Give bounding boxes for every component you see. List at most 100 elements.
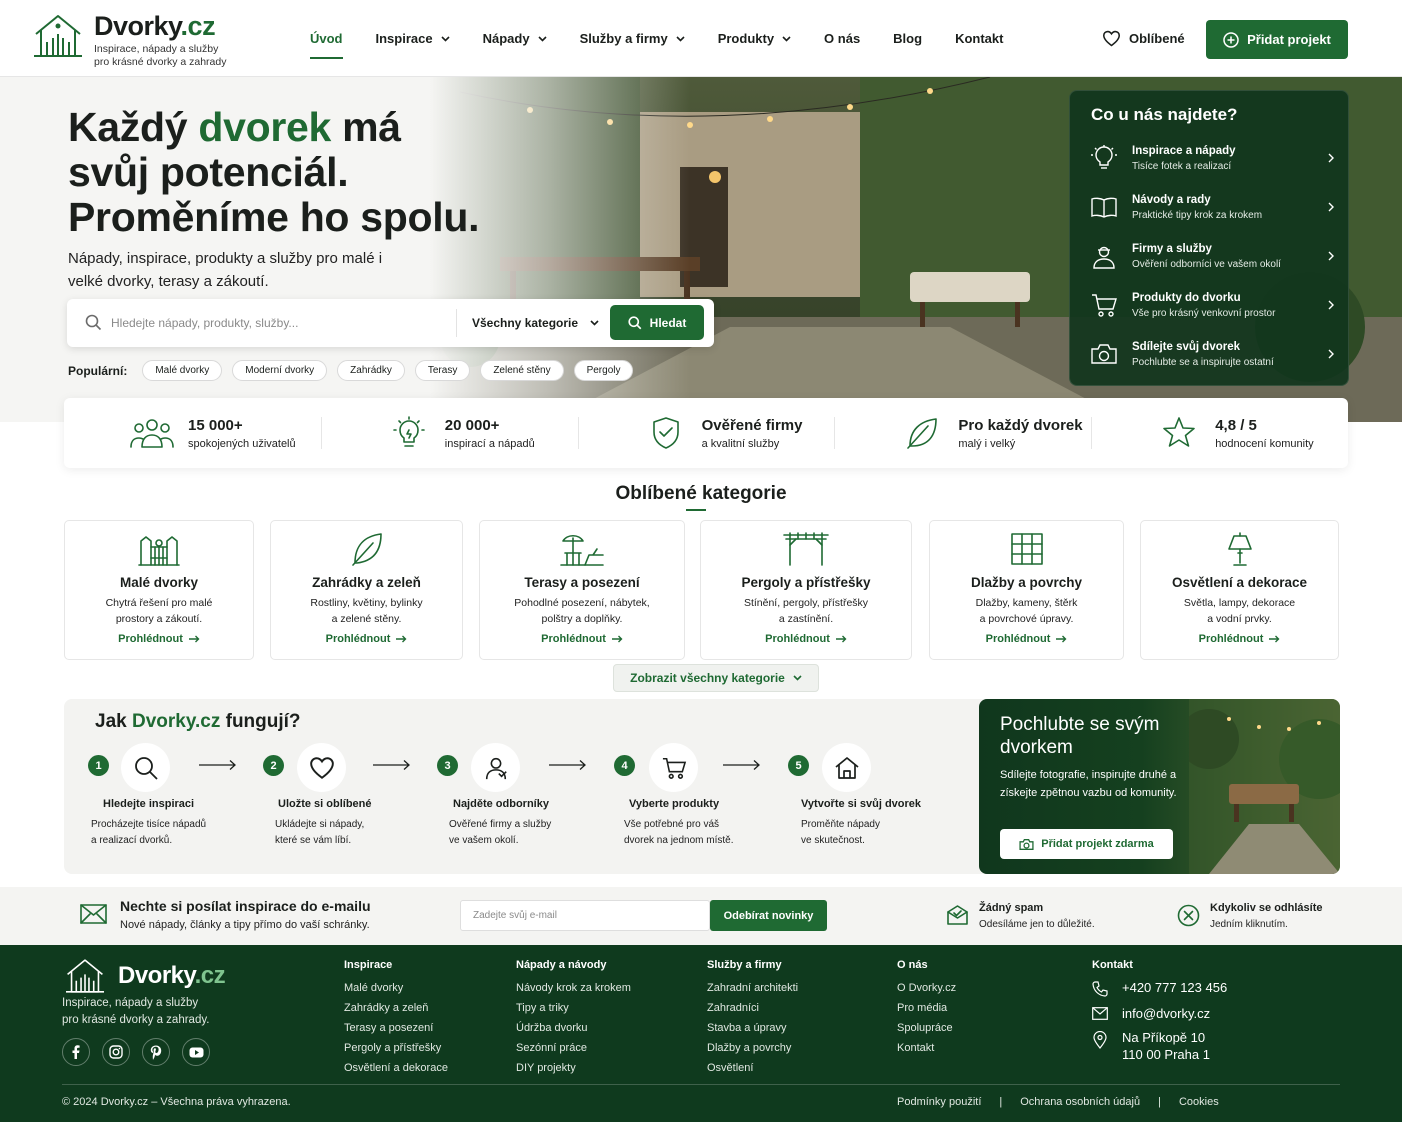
chevron-down-icon: [590, 320, 599, 326]
popular-tag[interactable]: Terasy: [414, 360, 471, 381]
nav-item-uvod[interactable]: Úvod: [310, 27, 343, 59]
nav-item-kontakt[interactable]: Kontakt: [955, 27, 1003, 51]
mail-icon: [80, 904, 107, 924]
category-card-lighting[interactable]: Osvětlení a dekorace Světla, lampy, deko…: [1140, 520, 1339, 660]
add-project-button[interactable]: Přidat projekt: [1206, 20, 1348, 59]
footer-link[interactable]: Stavba a úpravy: [707, 1022, 798, 1034]
arrow-right-icon: [549, 760, 586, 770]
facebook-icon[interactable]: [62, 1038, 90, 1066]
nav-item-napady[interactable]: Nápady: [483, 27, 547, 51]
newsletter-sub: Nové nápady, články a tipy přímo do vaší…: [120, 919, 370, 931]
favorites-link[interactable]: Oblíbené: [1102, 30, 1185, 47]
logo[interactable]: Dvorky.cz Inspirace, nápady a služby pro…: [32, 12, 226, 69]
popular-tag[interactable]: Zelené stěny: [480, 360, 564, 381]
footer-link[interactable]: Pro média: [897, 1002, 956, 1014]
star-icon: [1163, 417, 1195, 447]
stat-label: inspirací a nápadů: [444, 437, 535, 450]
footer-column-title: O nás: [897, 959, 928, 971]
popular-tag[interactable]: Malé dvorky: [142, 360, 223, 381]
category-link[interactable]: Prohlédnout: [930, 633, 1123, 645]
step-number: 2: [263, 755, 284, 776]
popular-tag[interactable]: Moderní dvorky: [232, 360, 328, 381]
email-input[interactable]: [460, 900, 710, 931]
category-card-pergolas[interactable]: Pergoly a přístřešky Stínění, pergoly, p…: [700, 520, 912, 660]
footer-link[interactable]: Zahradníci: [707, 1002, 798, 1014]
step-desc: Procházejte tisíce nápadů a realizací dvo…: [91, 819, 207, 846]
contact-email[interactable]: info@dvorky.cz: [1092, 1006, 1227, 1021]
panel-item-guides[interactable]: Návody a rady Praktické tipy krok za krok…: [1090, 185, 1334, 229]
footer-link[interactable]: Sezónní práce: [516, 1042, 631, 1054]
nav-item-o-nas[interactable]: O nás: [824, 27, 860, 51]
step-title: Vyberte produkty: [629, 798, 720, 810]
step-title: Hledejte inspiraci: [103, 798, 195, 810]
panel-item-products[interactable]: Produkty do dvorku Vše pro krásný venkovn…: [1090, 283, 1334, 327]
category-link[interactable]: Prohlédnout: [701, 633, 911, 645]
category-link[interactable]: Prohlédnout: [1141, 633, 1338, 645]
category-link[interactable]: Prohlédnout: [65, 633, 253, 645]
stat-inspirations: 20 000+ inspirací a nápadů: [320, 413, 578, 453]
promo-title: Pochlubte se svým dvorkem: [1000, 714, 1160, 758]
footer-link[interactable]: O Dvorky.cz: [897, 982, 956, 994]
show-all-categories-button[interactable]: Zobrazit všechny kategorie: [613, 664, 819, 692]
popular-tag[interactable]: Pergoly: [573, 360, 634, 381]
add-project-free-button[interactable]: Přidat projekt zdarma: [1000, 829, 1173, 859]
category-card-paving[interactable]: Dlažby a povrchy Dlažby, kameny, štěrk a …: [929, 520, 1124, 660]
subscribe-button[interactable]: Odebírat novinky: [710, 900, 827, 931]
category-link[interactable]: Prohlédnout: [271, 633, 462, 645]
step-number: 3: [437, 755, 458, 776]
category-select[interactable]: Všechny kategorie: [472, 316, 599, 330]
legal-separator: |: [999, 1096, 1003, 1108]
nav-label: Inspirace: [375, 31, 433, 46]
youtube-icon[interactable]: [182, 1038, 210, 1066]
nav-item-produkty[interactable]: Produkty: [718, 27, 791, 51]
panel-item-title: Sdílejte svůj dvorek: [1132, 340, 1241, 353]
footer-link[interactable]: DIY projekty: [516, 1062, 631, 1074]
arrow-right-icon: [373, 760, 410, 770]
footer-link[interactable]: Spolupráce: [897, 1022, 956, 1034]
search-button[interactable]: Hledat: [610, 305, 704, 340]
nav-label: Úvod: [310, 31, 343, 46]
stat-users: 15 000+ spokojených uživatelů: [64, 413, 321, 453]
footer-link[interactable]: Údržba dvorku: [516, 1022, 631, 1034]
legal-link-cookies[interactable]: Cookies: [1179, 1096, 1219, 1108]
panel-item-sub: Praktické tipy krok za krokem: [1132, 209, 1263, 221]
contact-phone[interactable]: +420 777 123 456: [1092, 980, 1227, 997]
instagram-icon[interactable]: [102, 1038, 130, 1066]
nav-item-blog[interactable]: Blog: [893, 27, 922, 51]
category-card-gardens[interactable]: Zahrádky a zeleň Rostliny, květiny, byli…: [270, 520, 463, 660]
close-circle-icon: [1177, 904, 1200, 927]
footer-link[interactable]: Pergoly a přístřešky: [344, 1042, 448, 1054]
footer-link[interactable]: Osvětlení: [707, 1062, 798, 1074]
footer-link[interactable]: Zahradní architekti: [707, 982, 798, 994]
category-card-small-yards[interactable]: Malé dvorky Chytrá řešení pro malé prosto…: [64, 520, 254, 660]
stat-verified: Ověřené firmy a kvalitní služby: [577, 413, 835, 453]
footer-link[interactable]: Dlažby a povrchy: [707, 1042, 798, 1054]
footer-link[interactable]: Osvětlení a dekorace: [344, 1062, 448, 1074]
footer-link[interactable]: Tipy a triky: [516, 1002, 631, 1014]
panel-item-inspiration[interactable]: Inspirace a nápady Tisíce fotek a realiza…: [1090, 136, 1334, 180]
category-link[interactable]: Prohlédnout: [480, 633, 684, 645]
footer-link[interactable]: Malé dvorky: [344, 982, 448, 994]
popular-tag[interactable]: Zahrádky: [337, 360, 405, 381]
footer-link[interactable]: Terasy a posezení: [344, 1022, 448, 1034]
panel-item-companies[interactable]: Firmy a služby Ověření odborníci ve vašem…: [1090, 234, 1334, 278]
cart-icon: [1092, 294, 1117, 317]
nav-item-sluzby[interactable]: Služby a firmy: [580, 27, 685, 51]
panel-item-share[interactable]: Sdílejte svůj dvorek Pochlubte se a inspi…: [1090, 332, 1334, 376]
footer-link[interactable]: Zahrádky a zeleň: [344, 1002, 448, 1014]
step-desc: Ověřené firmy a služby ve vašem okolí.: [449, 819, 552, 846]
footer-logo[interactable]: Dvorky.cz: [62, 957, 226, 995]
footer-contact-title: Kontakt: [1092, 959, 1133, 971]
chevron-down-icon: [441, 35, 450, 42]
category-card-terraces[interactable]: Terasy a posezení Pohodlné posezení, náb…: [479, 520, 685, 660]
category-title: Zahrádky a zeleň: [312, 575, 421, 590]
footer-link[interactable]: Návody krok za krokem: [516, 982, 631, 994]
nav-item-inspirace[interactable]: Inspirace: [376, 27, 450, 51]
legal-link-terms[interactable]: Podmínky použití: [897, 1096, 981, 1108]
footer-link[interactable]: Kontakt: [897, 1042, 956, 1054]
leaf-icon: [351, 533, 382, 566]
pinterest-icon[interactable]: [142, 1038, 170, 1066]
search-input[interactable]: [111, 309, 441, 337]
legal-link-privacy[interactable]: Ochrana osobních údajů: [1020, 1096, 1140, 1108]
category-desc: Pohodlné posezení, nábytek, polštry a dop…: [514, 597, 650, 625]
